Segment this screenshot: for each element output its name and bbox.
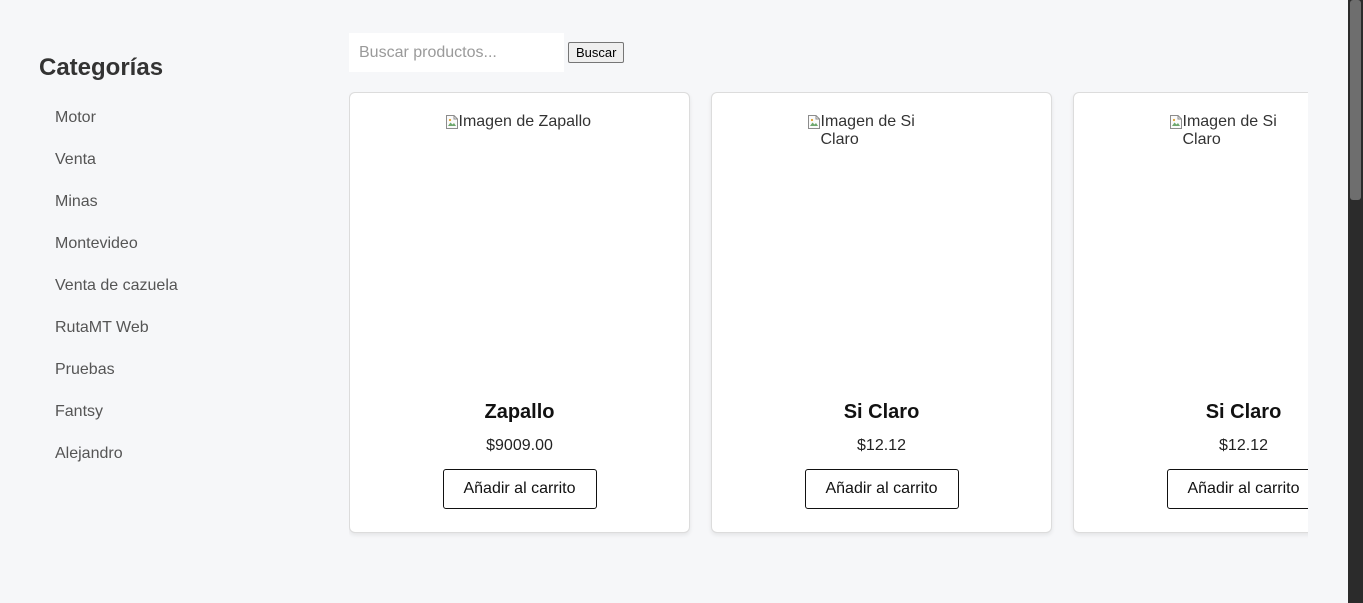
category-item-rutamt-web[interactable]: RutaMT Web — [55, 314, 178, 356]
search-input[interactable] — [349, 33, 564, 72]
page-scrollbar[interactable] — [1348, 0, 1363, 603]
page: Categorías Motor Venta Minas Montevideo … — [0, 0, 1363, 603]
category-item-montevideo[interactable]: Montevideo — [55, 230, 178, 272]
category-item-fantsy[interactable]: Fantsy — [55, 398, 178, 440]
product-price: $12.12 — [1219, 437, 1268, 454]
sidebar-title: Categorías — [39, 54, 164, 81]
product-grid: Imagen de Zapallo Zapallo $9009.00 Añadi… — [349, 92, 1308, 552]
scrollbar-thumb[interactable] — [1350, 0, 1361, 200]
product-name: Si Claro — [843, 401, 920, 423]
product-image-alt: Imagen de Zapallo — [458, 113, 592, 130]
product-card: Imagen de Si Claro Si Claro $12.12 Añadi… — [1073, 92, 1308, 533]
category-item-minas[interactable]: Minas — [55, 188, 178, 230]
category-item-venta-de-cazuela[interactable]: Venta de cazuela — [55, 272, 178, 314]
add-to-cart-button[interactable]: Añadir al carrito — [804, 469, 959, 509]
add-to-cart-button[interactable]: Añadir al carrito — [442, 469, 597, 509]
category-item-motor[interactable]: Motor — [55, 104, 178, 146]
product-card: Imagen de Zapallo Zapallo $9009.00 Añadi… — [349, 92, 690, 533]
product-image: Imagen de Si Claro — [1169, 113, 1309, 381]
add-to-cart-button[interactable]: Añadir al carrito — [1166, 469, 1308, 509]
category-item-pruebas[interactable]: Pruebas — [55, 356, 178, 398]
search-button[interactable]: Buscar — [568, 42, 625, 63]
category-item-alejandro[interactable]: Alejandro — [55, 440, 178, 482]
category-list: Motor Venta Minas Montevideo Venta de ca… — [55, 104, 178, 482]
broken-image-icon — [1169, 115, 1182, 129]
product-image-alt: Imagen de Si Claro — [1182, 113, 1277, 148]
product-price: $12.12 — [857, 437, 906, 454]
product-image: Imagen de Zapallo — [445, 113, 595, 381]
product-row: Imagen de Zapallo Zapallo $9009.00 Añadi… — [349, 92, 1308, 533]
category-item-venta[interactable]: Venta — [55, 146, 178, 188]
product-name: Si Claro — [1205, 401, 1282, 423]
broken-image-icon — [445, 115, 458, 129]
category-sidebar: Categorías Motor Venta Minas Montevideo … — [39, 54, 299, 462]
broken-image-icon — [807, 115, 820, 129]
product-price: $9009.00 — [486, 437, 553, 454]
product-card: Imagen de Si Claro Si Claro $12.12 Añadi… — [711, 92, 1052, 533]
product-image: Imagen de Si Claro — [807, 113, 957, 381]
product-name: Zapallo — [484, 401, 555, 423]
product-image-alt: Imagen de Si Claro — [820, 113, 915, 148]
search-bar: Buscar — [349, 33, 625, 72]
